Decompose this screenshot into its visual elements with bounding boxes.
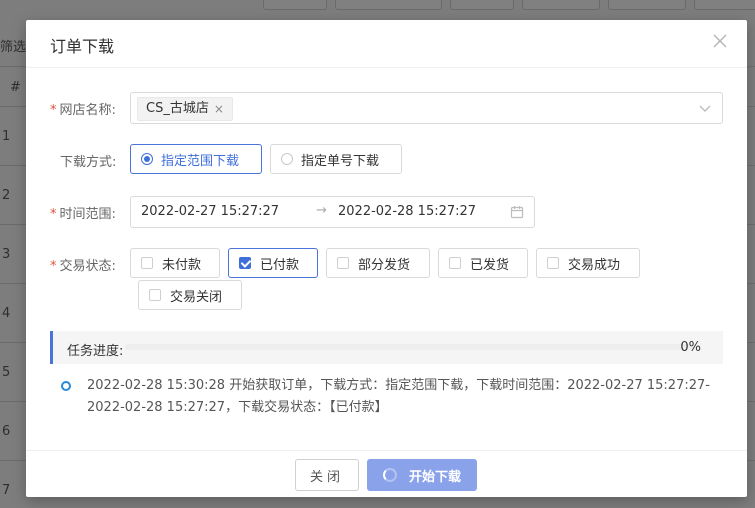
shop-tag: CS_古城店 ×: [137, 97, 233, 121]
bg-divider: [0, 165, 26, 166]
progress-label: 任务进度:: [67, 344, 124, 359]
shop-select[interactable]: CS_古城店 ×: [130, 92, 723, 124]
checkbox-icon: [141, 257, 153, 269]
radio-order-number-download-label: 指定单号下载: [301, 153, 380, 169]
checkbox-icon: [449, 257, 461, 269]
order-download-dialog: 订单下载 * 网店名称: CS_古城店 × 下载方式: 指定范围下载 指定单号下载…: [26, 20, 747, 497]
time-range-label: * 时间范围:: [50, 203, 116, 222]
checkbox-partially-shipped[interactable]: 部分发货: [326, 248, 430, 278]
radio-range-download[interactable]: 指定范围下载: [130, 144, 262, 174]
bg-divider: [0, 224, 26, 225]
range-separator-icon: →: [316, 203, 327, 218]
range-end-input[interactable]: 2022-02-28 15:27:27: [338, 204, 476, 219]
checkbox-trade-success-label: 交易成功: [568, 257, 621, 273]
date-range-picker[interactable]: 2022-02-27 15:27:27 → 2022-02-28 15:27:2…: [130, 196, 535, 228]
checkbox-trade-success[interactable]: 交易成功: [536, 248, 640, 278]
bg-divider: [0, 106, 26, 107]
bg-toolbar-button: [335, 0, 442, 10]
bg-row-number: 3: [2, 247, 11, 262]
shop-tag-label: CS_古城店: [146, 101, 209, 116]
radio-dot-icon: [141, 153, 153, 165]
tag-remove-icon[interactable]: ×: [214, 98, 224, 120]
bg-row-number: 1: [2, 129, 11, 144]
bg-divider: [0, 283, 26, 284]
loading-spinner-icon: [382, 468, 397, 482]
dialog-footer: 关闭 开始下载: [26, 450, 747, 498]
checkbox-checked-icon: [239, 257, 251, 269]
bg-row-number: 5: [2, 365, 11, 380]
bg-table-hash-header: #: [10, 80, 21, 95]
progress-bar: [125, 344, 697, 350]
checkbox-icon: [337, 257, 349, 269]
checkbox-shipped[interactable]: 已发货: [438, 248, 528, 278]
start-download-label: 开始下载: [408, 469, 461, 485]
checkbox-unpaid-label: 未付款: [162, 257, 202, 273]
bg-row-number: 6: [2, 424, 11, 439]
required-mark: *: [50, 103, 57, 118]
range-start-input[interactable]: 2022-02-27 15:27:27: [141, 204, 279, 219]
log-entry: 2022-02-28 15:30:28 开始获取订单，下载方式：指定范围下载，下…: [87, 378, 710, 415]
required-mark: *: [50, 207, 57, 222]
radio-range-download-label: 指定范围下载: [161, 153, 240, 169]
timeline-dot-icon: [61, 381, 71, 391]
checkbox-trade-closed[interactable]: 交易关闭: [138, 280, 242, 310]
start-download-button[interactable]: 开始下载: [367, 459, 477, 491]
shop-name-label: * 网店名称:: [50, 99, 116, 118]
bg-divider: [0, 401, 26, 402]
trade-status-label: * 交易状态:: [50, 255, 116, 274]
close-icon[interactable]: [711, 32, 729, 50]
calendar-icon[interactable]: [510, 205, 524, 223]
trade-status-label-text: 交易状态:: [59, 259, 116, 274]
progress-percent: 0%: [680, 340, 701, 355]
chevron-down-icon[interactable]: [698, 101, 712, 119]
radio-dot-icon: [281, 153, 293, 165]
bg-row-number: 4: [2, 306, 11, 321]
close-button[interactable]: 关闭: [295, 459, 359, 491]
checkbox-paid[interactable]: 已付款: [228, 248, 318, 278]
bg-filter-label: 筛选: [0, 40, 27, 55]
checkbox-unpaid[interactable]: 未付款: [130, 248, 220, 278]
bg-toolbar-button: [263, 0, 327, 10]
checkbox-shipped-label: 已发货: [470, 257, 510, 273]
checkbox-partially-shipped-label: 部分发货: [358, 257, 411, 273]
bg-toolbar-button: [608, 0, 686, 10]
dialog-header: 订单下载: [26, 20, 747, 68]
radio-order-number-download[interactable]: 指定单号下载: [270, 144, 402, 174]
bg-divider: [0, 342, 26, 343]
bg-row-number: 2: [2, 188, 11, 203]
checkbox-paid-label: 已付款: [260, 257, 300, 273]
task-progress-panel: 任务进度: 0%: [50, 331, 723, 364]
bg-divider: [0, 460, 26, 461]
time-range-label-text: 时间范围:: [59, 207, 116, 222]
bg-toolbar-button: [450, 0, 514, 10]
bg-row-number: 7: [2, 483, 11, 498]
bg-toolbar-button: [522, 0, 600, 10]
bg-divider: [0, 66, 26, 67]
checkbox-icon: [547, 257, 559, 269]
checkbox-icon: [149, 289, 161, 301]
download-mode-label: 下载方式:: [60, 155, 117, 170]
bg-toolbar-button: [694, 0, 755, 10]
required-mark: *: [50, 259, 57, 274]
dialog-title: 订单下载: [50, 37, 115, 56]
checkbox-trade-closed-label: 交易关闭: [170, 289, 223, 305]
shop-name-label-text: 网店名称:: [59, 103, 116, 118]
